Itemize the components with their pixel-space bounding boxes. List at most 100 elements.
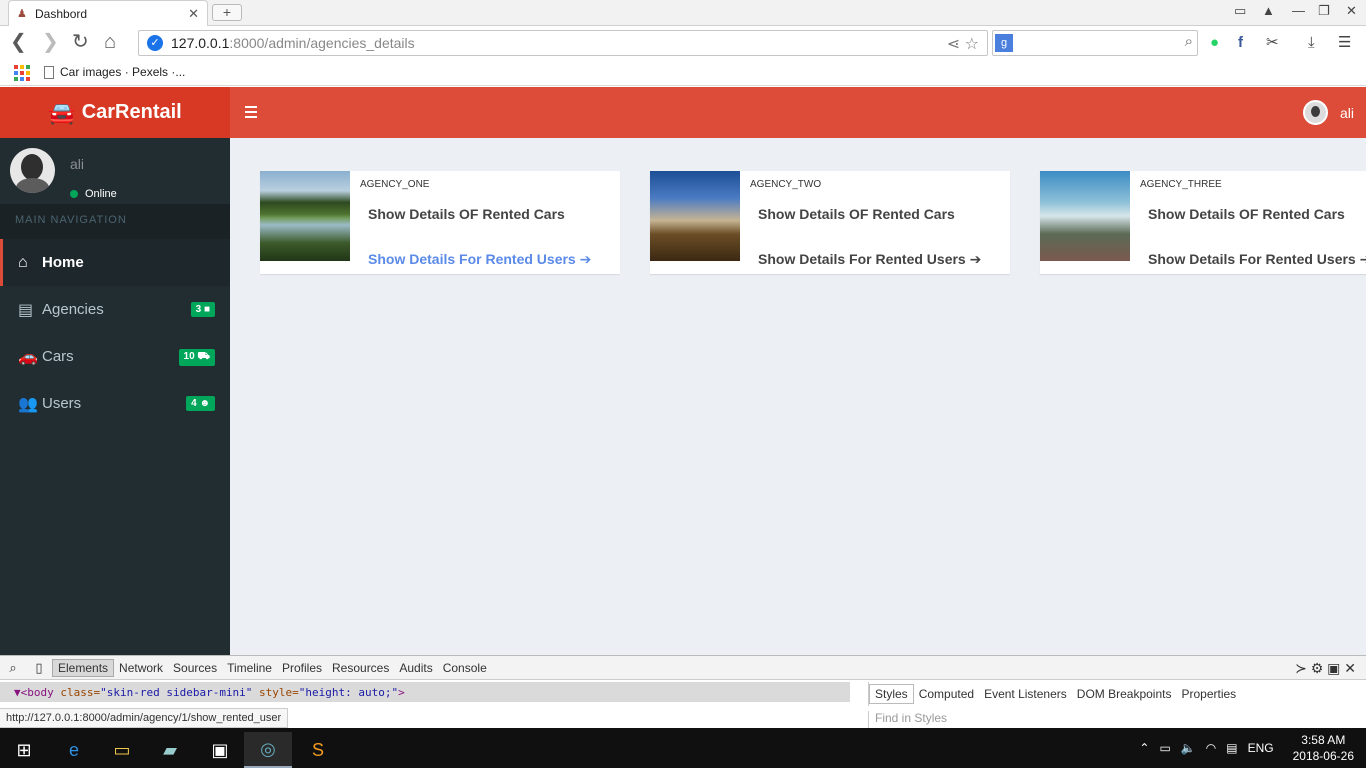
browser-toolbar: ❮ ❯ ↻ ⌂ ✓ 127.0.0.1 :8000/admin/agencies… <box>0 26 1366 60</box>
back-icon[interactable]: ❮ <box>10 32 27 52</box>
tab-resources[interactable]: Resources <box>327 656 394 680</box>
rented-users-link[interactable]: Show Details For Rented Users ➔ <box>758 251 981 268</box>
battery-icon[interactable]: ▭ <box>1159 741 1170 755</box>
online-dot-icon <box>70 190 78 198</box>
clock[interactable]: 3:58 AM 2018-06-26 <box>1293 732 1354 764</box>
inspect-search-icon[interactable]: ⌕ <box>0 660 26 676</box>
main-content: AGENCY_ONE Show Details OF Rented Cars S… <box>230 138 1366 655</box>
brand-logo[interactable]: 🚘 CarRentail <box>0 87 230 138</box>
volume-icon[interactable]: 🔈 <box>1181 741 1196 755</box>
agency-card: AGENCY_TWO Show Details OF Rented Cars S… <box>650 171 1010 274</box>
user-menu[interactable]: ali <box>1302 100 1354 125</box>
status-url: http://127.0.0.1:8000/admin/agency/1/sho… <box>0 708 289 728</box>
menu-icon[interactable]: ☰ <box>1338 33 1351 53</box>
devtools-tabs: ⌕ ▯ Elements Network Sources Timeline Pr… <box>0 656 1366 680</box>
rented-users-link[interactable]: Show Details For Rented Users ➔ <box>368 251 591 268</box>
windows-start-icon[interactable]: ⊞ <box>0 732 48 768</box>
avatar <box>1302 100 1328 125</box>
sublime-icon[interactable]: S <box>294 732 342 768</box>
apps-icon[interactable] <box>14 65 30 81</box>
sidebar-item-agencies[interactable]: ▤ Agencies 3 ■ <box>0 286 230 333</box>
secure-icon: ✓ <box>147 35 163 51</box>
sidebar-item-home[interactable]: ⌂ Home <box>0 239 230 286</box>
agency-image <box>650 171 740 261</box>
file-explorer-icon[interactable]: ▭ <box>98 732 146 768</box>
search-icon[interactable]: ⌕ <box>1185 33 1193 50</box>
whatsapp-icon[interactable]: ● <box>1210 33 1219 53</box>
agency-name: AGENCY_TWO <box>750 179 822 190</box>
count-badge: 10 ⛟ <box>178 349 215 366</box>
top-navbar: ali <box>230 87 1366 138</box>
window-close-icon[interactable]: ✕ <box>1346 3 1357 19</box>
rented-users-link[interactable]: Show Details For Rented Users ➔ <box>1148 251 1366 268</box>
tab-sources[interactable]: Sources <box>168 656 222 680</box>
bookmarks-bar: Car images · Pexels ·... <box>0 60 1366 86</box>
rented-cars-link[interactable]: Show Details OF Rented Cars <box>368 206 565 222</box>
sidebar-item-cars[interactable]: 🚗 Cars 10 ⛟ <box>0 333 230 380</box>
address-bar[interactable]: ✓ 127.0.0.1 :8000/admin/agencies_details… <box>138 30 988 56</box>
count-badge: 4 ☻ <box>186 396 215 411</box>
forward-icon[interactable]: ❯ <box>42 32 59 52</box>
styles-tabs: Styles Computed Event Listeners DOM Brea… <box>868 682 1366 706</box>
terminal-icon[interactable]: ▣ <box>196 732 244 768</box>
user-panel-name: ali <box>70 156 85 172</box>
chat-icon[interactable]: ▭ <box>1234 3 1246 19</box>
bookmark-item[interactable]: Car images · Pexels ·... <box>44 65 185 79</box>
reload-icon[interactable]: ↻ <box>72 32 89 52</box>
new-tab-button[interactable]: + <box>212 4 242 21</box>
tab-close-icon[interactable]: ✕ <box>188 6 199 22</box>
tab-elements[interactable]: Elements <box>52 658 115 677</box>
browser-tab[interactable]: ♟ Dashbord ✕ <box>8 0 208 26</box>
pin-icon[interactable]: ▲ <box>1262 3 1275 18</box>
device-mode-icon[interactable]: ▯ <box>26 660 52 676</box>
facebook-icon[interactable]: f <box>1238 33 1243 53</box>
minimize-icon[interactable]: — <box>1292 3 1305 18</box>
tab-dom-breakpoints[interactable]: DOM Breakpoints <box>1072 687 1177 701</box>
notes-icon[interactable]: ▰ <box>146 732 194 768</box>
tab-computed[interactable]: Computed <box>914 687 979 701</box>
system-tray: ⌃ ▭ 🔈 ◠ ▤ ENG 3:58 AM 2018-06-26 <box>1134 728 1366 768</box>
scissors-icon[interactable]: ✂ <box>1266 33 1279 53</box>
tab-audits[interactable]: Audits <box>394 656 437 680</box>
tab-styles[interactable]: Styles <box>869 684 914 704</box>
clock-date: 2018-06-26 <box>1292 749 1354 763</box>
clock-time: 3:58 AM <box>1301 733 1346 747</box>
status-badge: Online <box>70 188 117 200</box>
sidebar-menu: ⌂ Home ▤ Agencies 3 ■ 🚗 Cars 10 ⛟ 👥 User… <box>0 239 230 427</box>
tab-properties[interactable]: Properties <box>1176 687 1241 701</box>
home-icon: ⌂ <box>18 253 28 271</box>
rented-cars-link[interactable]: Show Details OF Rented Cars <box>758 206 955 222</box>
bookmark-label: Car images · Pexels ·... <box>60 65 186 79</box>
tab-network[interactable]: Network <box>114 656 168 680</box>
restore-icon[interactable]: ❐ <box>1318 3 1330 19</box>
tab-event-listeners[interactable]: Event Listeners <box>979 687 1072 701</box>
rented-cars-link[interactable]: Show Details OF Rented Cars <box>1148 206 1345 222</box>
tab-timeline[interactable]: Timeline <box>222 656 277 680</box>
tab-console[interactable]: Console <box>438 656 492 680</box>
search-box[interactable]: g ⌕ <box>992 30 1198 56</box>
browser-taskbar-icon[interactable]: ◎ <box>244 732 292 768</box>
wifi-icon[interactable]: ◠ <box>1206 741 1216 755</box>
brand-name: CarRentail <box>81 101 182 123</box>
download-icon[interactable]: ⤓ <box>1308 33 1315 53</box>
find-in-styles-input[interactable]: Find in Styles <box>868 711 1366 729</box>
agency-image <box>260 171 350 261</box>
share-star-icons[interactable]: ⋖ ☆ <box>947 34 979 54</box>
url-path: :8000/admin/agencies_details <box>229 35 415 51</box>
avatar <box>10 148 55 193</box>
devtools-controls-icon[interactable]: ≻ ⚙ ▣ ✕ <box>1295 660 1356 677</box>
agency-card: AGENCY_THREE Show Details OF Rented Cars… <box>1040 171 1366 274</box>
edge-icon[interactable]: e <box>50 732 98 768</box>
sidebar-toggle-icon[interactable] <box>245 106 257 118</box>
language-indicator[interactable]: ENG <box>1248 741 1274 755</box>
dom-tree-line[interactable]: ▼<body class="skin-red sidebar-mini" sty… <box>0 682 850 702</box>
tab-title: Dashbord <box>35 6 88 21</box>
agency-image <box>1040 171 1130 261</box>
admin-app: 🚘 CarRentail ali ali Online MAIN NAVIGAT… <box>0 87 1366 655</box>
sidebar-item-users[interactable]: 👥 Users 4 ☻ <box>0 380 230 427</box>
tab-profiles[interactable]: Profiles <box>277 656 327 680</box>
tray-chevron-icon[interactable]: ⌃ <box>1139 741 1149 755</box>
notification-icon[interactable]: ▤ <box>1226 741 1237 755</box>
home-browser-icon[interactable]: ⌂ <box>104 32 116 52</box>
archive-icon: ▤ <box>18 301 34 319</box>
